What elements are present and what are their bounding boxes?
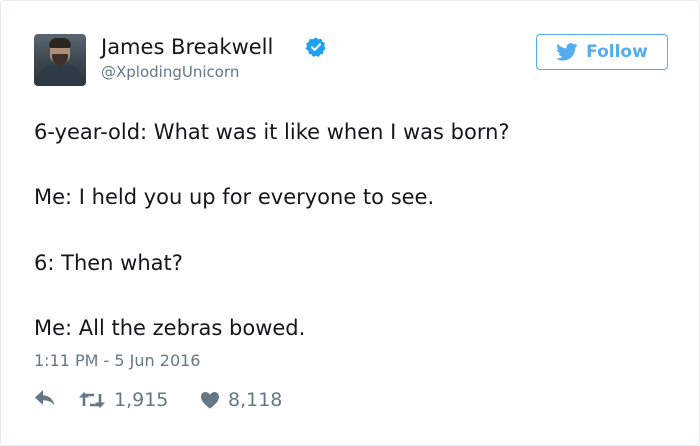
twitter-bird-icon: [556, 43, 578, 61]
retweet-count: 1,915: [114, 389, 169, 411]
avatar[interactable]: [34, 34, 86, 86]
retweet-icon: [79, 392, 105, 408]
tweet-text-line: 6-year-old: What was it like when I was …: [34, 120, 510, 144]
tweet-card: James Breakwell @XplodingUnicorn Follow …: [0, 0, 700, 446]
tweet-text-line: Me: I held you up for everyone to see.: [34, 185, 435, 209]
tweet-text-line: Me: All the zebras bowed.: [34, 316, 306, 340]
retweet-button[interactable]: 1,915: [78, 389, 168, 411]
avatar-hair: [49, 38, 71, 48]
follow-button[interactable]: Follow: [536, 34, 668, 70]
tweet-timestamp[interactable]: 1:11 PM - 5 Jun 2016: [34, 351, 200, 370]
heart-icon: [201, 392, 219, 409]
tweet-actions: 1,915 8,118: [34, 389, 334, 419]
avatar-beard: [52, 54, 68, 65]
avatar-body: [39, 65, 81, 86]
tweet-text-line: 6: Then what?: [34, 251, 183, 275]
verified-badge-icon: [305, 37, 326, 57]
author-name[interactable]: James Breakwell: [101, 35, 273, 59]
reply-icon: [35, 390, 55, 406]
author-handle[interactable]: @XplodingUnicorn: [101, 63, 239, 81]
follow-button-label: Follow: [586, 42, 648, 62]
reply-button[interactable]: [34, 389, 56, 407]
like-button[interactable]: 8,118: [200, 389, 282, 411]
like-count: 8,118: [228, 389, 283, 411]
